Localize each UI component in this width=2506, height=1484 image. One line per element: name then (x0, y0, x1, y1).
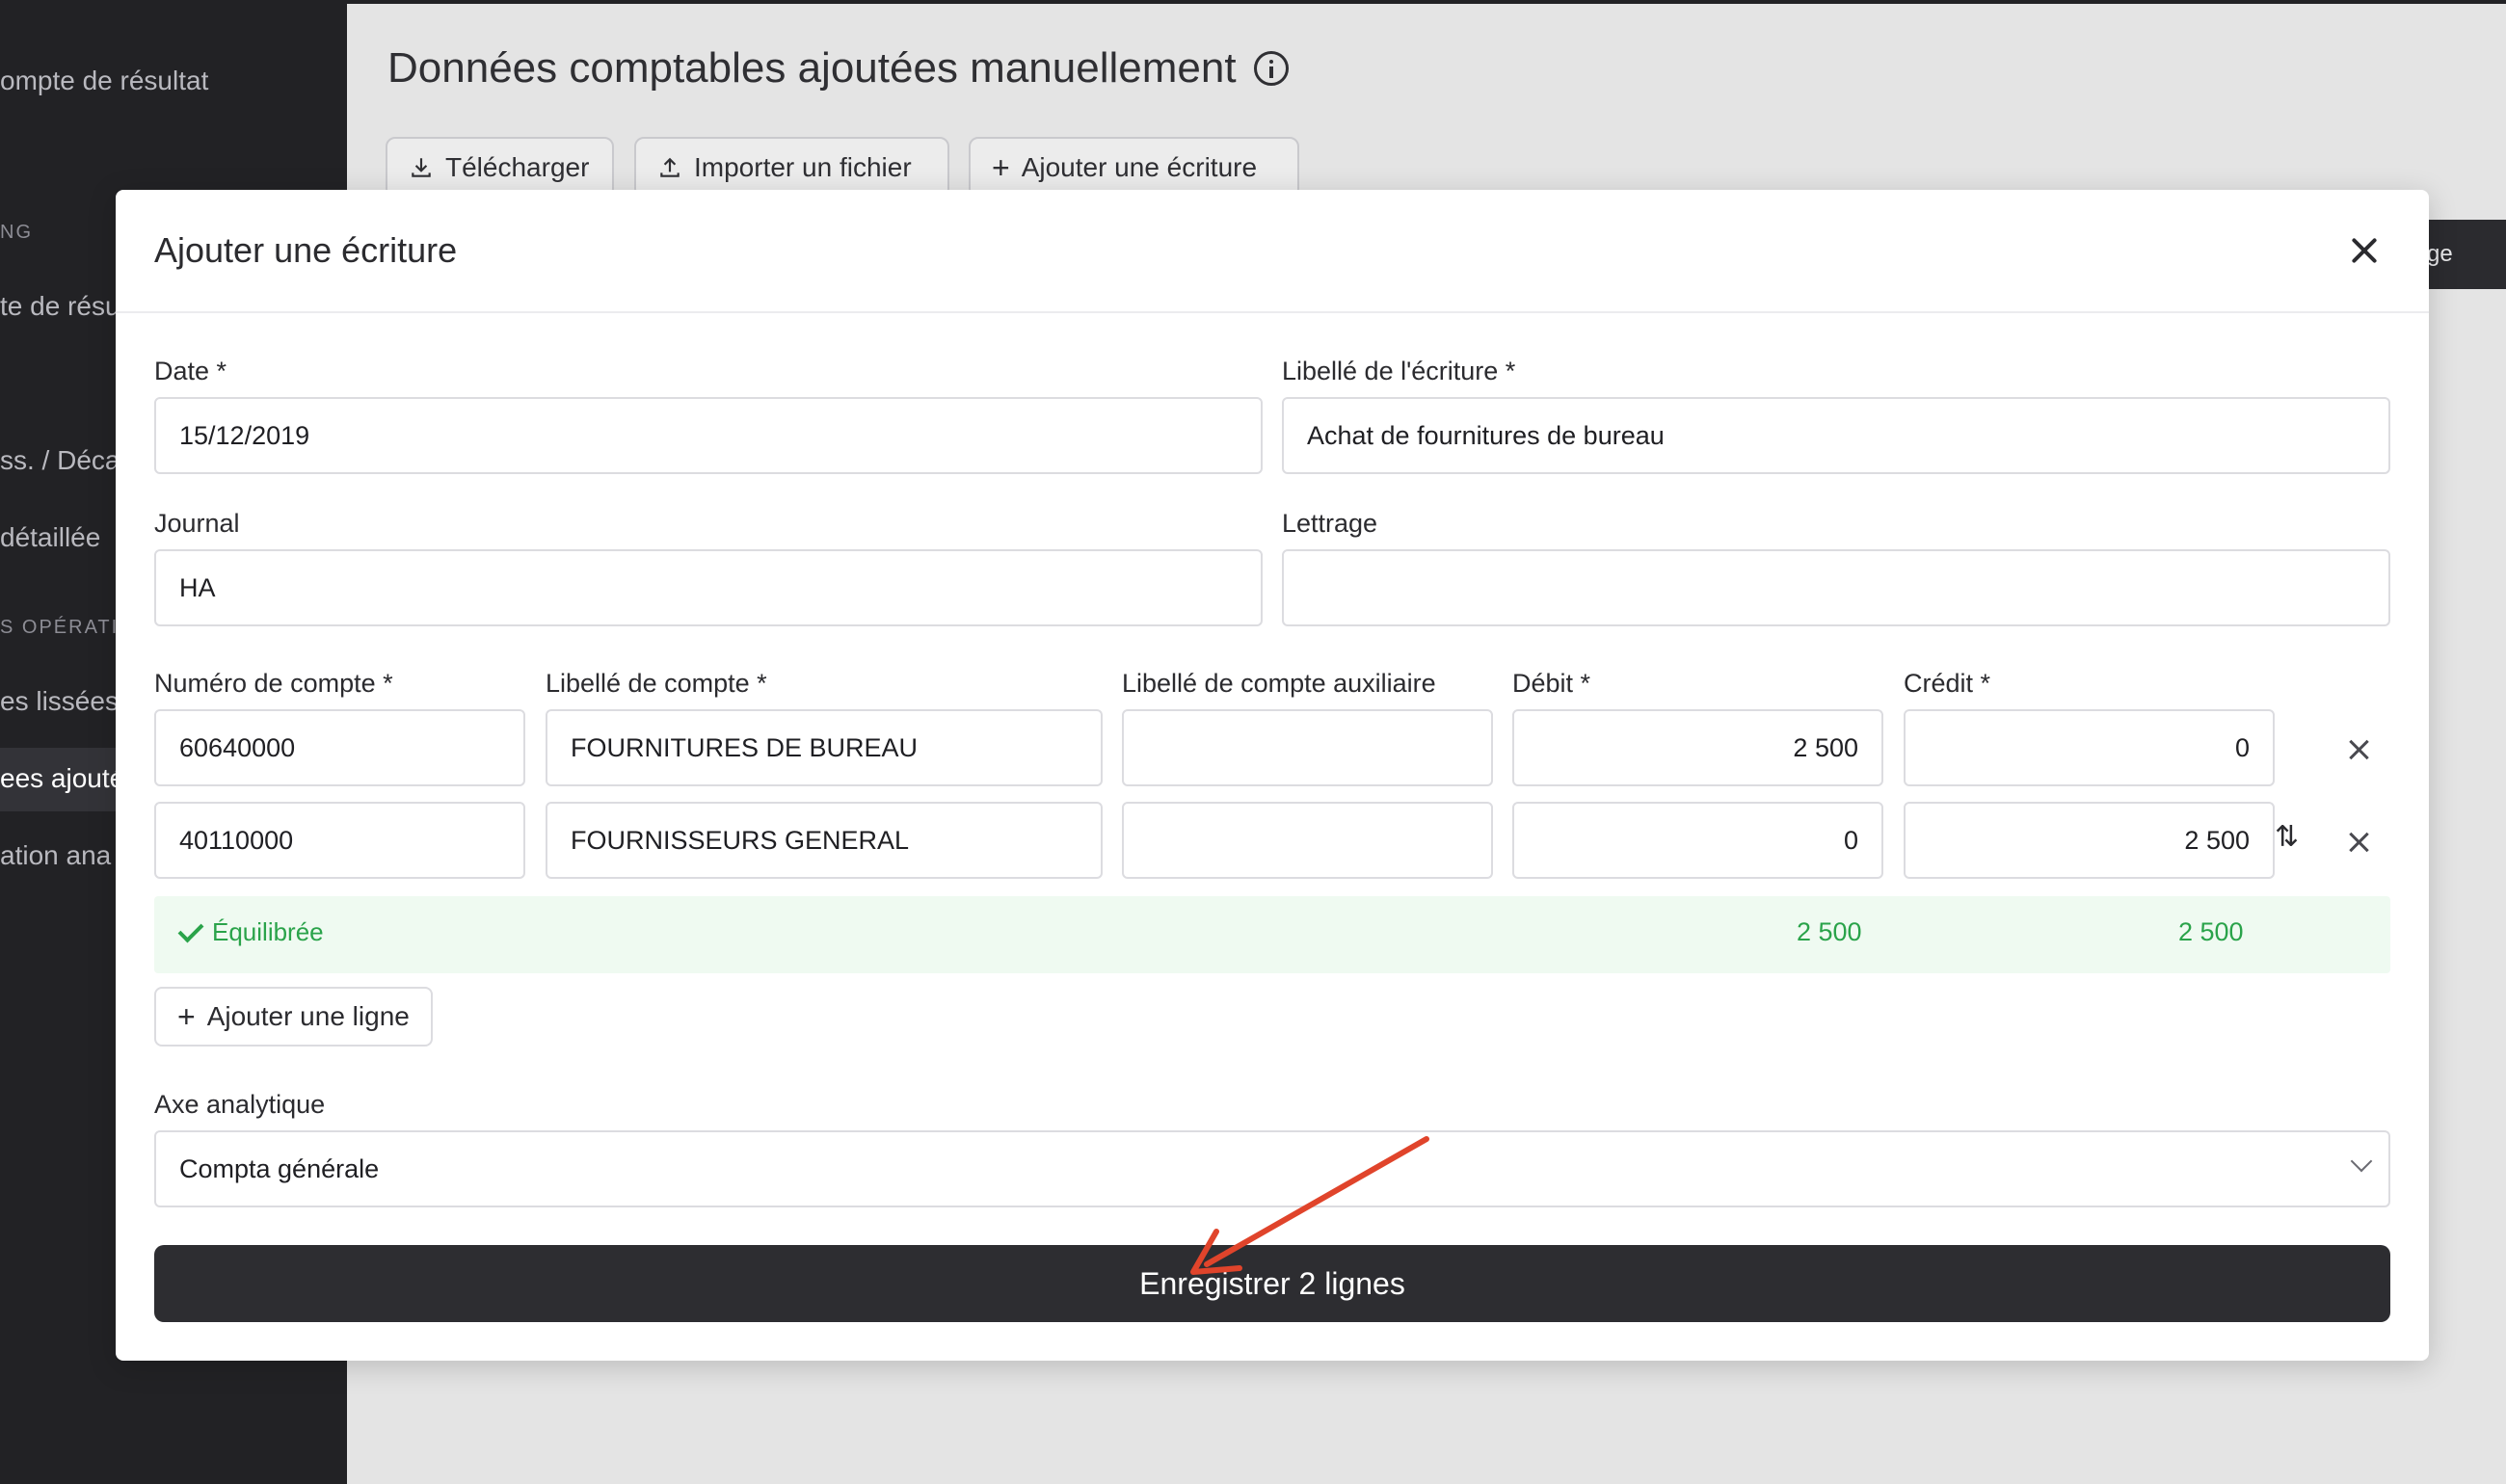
sidebar-section-label: NG (0, 222, 33, 243)
line-2-aux-label[interactable] (1122, 802, 1493, 879)
credit-header: Crédit * (1904, 669, 1991, 698)
aux-label-header: Libellé de compte auxiliaire (1122, 669, 1436, 698)
line-2-remove-icon[interactable] (2345, 828, 2374, 857)
debit-header: Débit * (1512, 669, 1591, 698)
account-label-header: Libellé de compte * (546, 669, 767, 698)
plus-icon: + (992, 150, 1010, 185)
date-field[interactable]: 15/12/2019 (154, 397, 1263, 474)
main-top-border (347, 0, 2506, 4)
sidebar-item-smoothed[interactable]: es lissées (0, 686, 119, 717)
add-line-label: Ajouter une ligne (206, 1001, 410, 1031)
balance-credit-total: 2 500 (2178, 917, 2244, 946)
lettrage-field[interactable] (1282, 549, 2390, 626)
page-title: Données comptables ajoutées manuellement (387, 44, 1289, 93)
balance-debit-total: 2 500 (1797, 917, 1862, 946)
sidebar-item-income-statement[interactable]: ompte de résultat (0, 66, 208, 96)
journal-label: Journal (154, 509, 240, 538)
date-label: Date * (154, 357, 227, 385)
info-icon[interactable] (1253, 51, 1289, 86)
download-label: Télécharger (445, 152, 590, 182)
download-icon (412, 158, 431, 177)
import-label: Importer un fichier (694, 152, 912, 182)
line-1-account-label[interactable]: FOURNITURES DE BUREAU (546, 709, 1103, 786)
analytic-axis-select[interactable]: Compta générale (154, 1130, 2390, 1207)
modal-title: Ajouter une écriture (154, 230, 458, 270)
line-2-debit[interactable]: 0 (1512, 802, 1883, 879)
sidebar-item-detailed[interactable]: détaillée (0, 522, 100, 553)
add-entry-label: Ajouter une écriture (1021, 152, 1258, 182)
sidebar-item-cash[interactable]: ss. / Déca (0, 445, 120, 476)
line-1-account-number[interactable]: 60640000 (154, 709, 525, 786)
plus-icon: + (177, 999, 196, 1034)
journal-field[interactable]: HA (154, 549, 1263, 626)
line-2-credit[interactable]: 2 500 (1904, 802, 2275, 879)
balance-status-text: Équilibrée (212, 917, 324, 946)
line-2-account-label[interactable]: FOURNISSEURS GENERAL (546, 802, 1103, 879)
page-title-text: Données comptables ajoutées manuellement (387, 44, 1237, 92)
entry-label-field[interactable]: Achat de fournitures de bureau (1282, 397, 2390, 474)
close-icon[interactable] (2342, 228, 2386, 273)
save-lines-button[interactable]: Enregistrer 2 lignes (154, 1245, 2390, 1322)
account-number-header: Numéro de compte * (154, 669, 393, 698)
add-entry-modal: Ajouter une écriture Date * 15/12/2019 L… (116, 190, 2429, 1361)
swap-icon[interactable]: ⇅ (2275, 820, 2299, 854)
add-line-button[interactable]: + Ajouter une ligne (154, 987, 433, 1047)
sidebar-item-manual-data[interactable]: ees ajouté (0, 763, 124, 794)
modal-header: Ajouter une écriture (116, 190, 2429, 313)
check-icon (177, 916, 204, 942)
line-1-credit[interactable]: 0 (1904, 709, 2275, 786)
sidebar-section-operations: S OPÉRATI (0, 617, 120, 638)
line-1-aux-label[interactable] (1122, 709, 1493, 786)
line-1-remove-icon[interactable] (2345, 735, 2374, 764)
balance-bar: Équilibrée 2 500 2 500 (154, 896, 2390, 973)
analytic-axis-value: Compta générale (179, 1153, 380, 1183)
balance-status: Équilibrée (177, 916, 324, 947)
entry-label-label: Libellé de l'écriture * (1282, 357, 1516, 385)
line-1-debit[interactable]: 2 500 (1512, 709, 1883, 786)
line-2-account-number[interactable]: 40110000 (154, 802, 525, 879)
analytic-axis-label: Axe analytique (154, 1090, 326, 1119)
chevron-down-icon (2350, 1150, 2373, 1173)
sidebar-item-analytics[interactable]: ation ana (0, 840, 111, 871)
sidebar-item-income[interactable]: te de résu (0, 291, 120, 322)
upload-icon (660, 157, 680, 177)
lettrage-label: Lettrage (1282, 509, 1378, 538)
